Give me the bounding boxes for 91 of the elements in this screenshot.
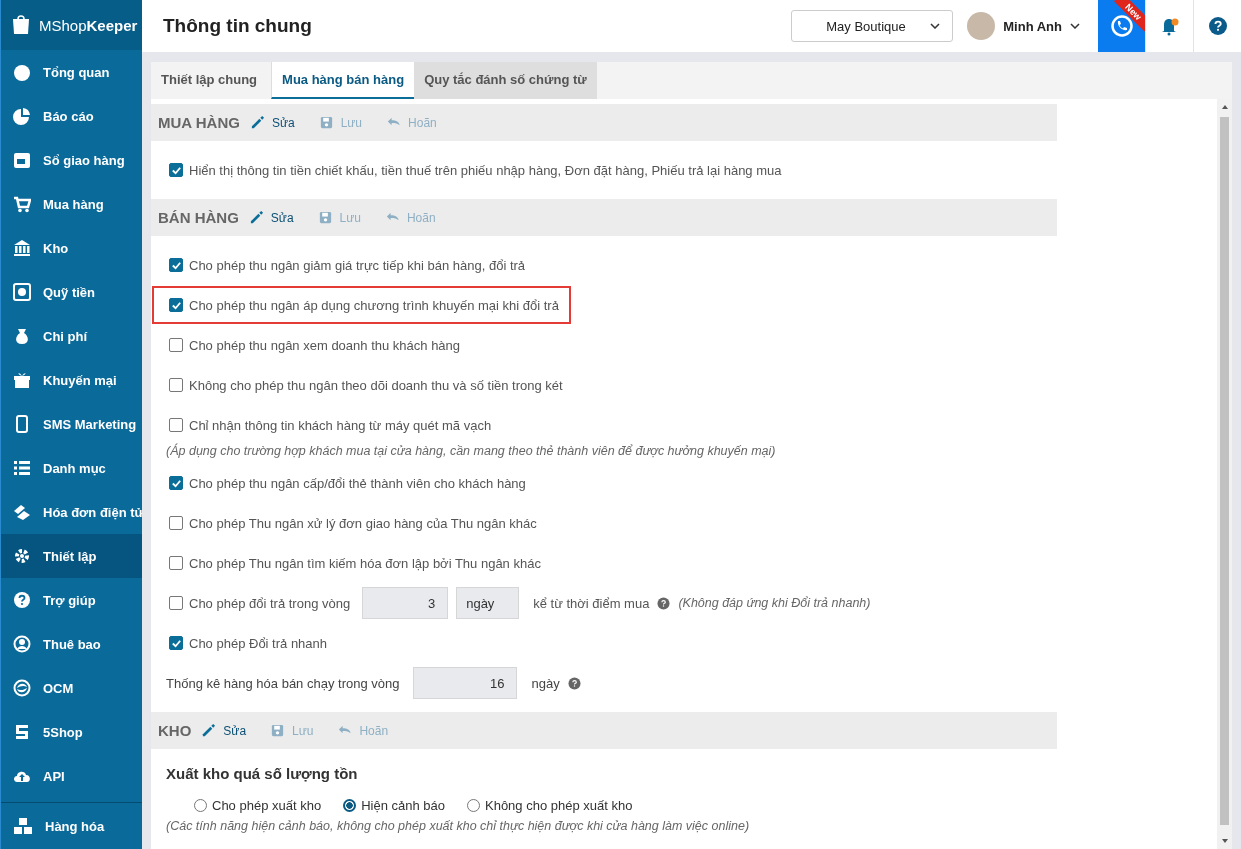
tab[interactable]: Thiết lập chung (151, 62, 268, 99)
radio-button[interactable] (343, 799, 357, 812)
sidebar-item[interactable]: SMS Marketing (1, 402, 142, 446)
checkbox-option[interactable]: Cho phép thu ngân áp dụng chương trình khuyến mại khi đổi trả (169, 297, 559, 313)
checkbox[interactable] (169, 476, 183, 490)
chevron-down-icon (930, 23, 941, 29)
checkbox[interactable] (169, 378, 183, 392)
stacked-sheets-icon (13, 503, 31, 521)
sidebar-item[interactable]: Báo cáo (1, 94, 142, 138)
note-text: (Áp dụng cho trường hợp khách mua tại cửa hàng, cần mang theo thẻ thành viên để được hưởng khuyến mại) (166, 444, 777, 458)
note-text: (Các tính năng hiện cảnh báo, không cho phép xuất kho chỉ thực hiện được khi cửa hàng làm việc online) (166, 819, 751, 833)
sidebar-item[interactable]: Danh mục (1, 446, 142, 490)
hint-text: (Không đáp ứng khi Đổi trả nhanh) (678, 596, 871, 610)
phone-icon (13, 415, 31, 433)
sidebar-item[interactable]: Thuê bao (1, 622, 142, 666)
section-title: KHO (158, 722, 192, 739)
help-icon (567, 676, 581, 690)
s-logo-icon (13, 723, 31, 741)
period-suffix: kể từ thời điểm mua (533, 595, 650, 611)
tab[interactable]: Mua hàng bán hàng (271, 62, 415, 99)
unit-label: ngày (531, 675, 560, 691)
store-dropdown[interactable]: May Boutique (791, 10, 954, 42)
scrollbar[interactable] (1217, 99, 1232, 849)
checkbox-option[interactable]: Cho phép thu ngân cấp/đổi thẻ thành viên cho khách hàng (169, 475, 526, 491)
radio-button[interactable] (194, 799, 207, 812)
days-input[interactable]: 3 (362, 587, 449, 619)
checkbox-option[interactable]: Cho phép Đổi trả nhanh (169, 635, 328, 651)
unit-field[interactable]: ngày (456, 587, 520, 619)
pie-chart-icon (13, 107, 31, 125)
checkbox-option[interactable]: Cho phép Thu ngân xử lý đơn giao hàng của Thu ngân khác (169, 515, 537, 531)
radio-option[interactable]: Cho phép xuất kho (194, 798, 322, 813)
group-heading: Xuất kho quá số lượng tồn (166, 765, 359, 782)
checkbox[interactable] (169, 556, 183, 570)
checkbox-option[interactable]: Cho phép Thu ngân tìm kiếm hóa đơn lập bởi Thu ngân khác (169, 555, 541, 571)
field-label: Thống kê hàng hóa bán chạy trong vòng (166, 675, 400, 691)
sidebar-item[interactable]: Kho (1, 226, 142, 270)
checkbox[interactable] (169, 338, 183, 352)
checkbox[interactable] (169, 163, 183, 177)
checkbox-option[interactable]: Cho phép thu ngân xem doanh thu khách hàng (169, 337, 461, 353)
checkbox-option[interactable]: Cho phép đổi trả trong vòng (169, 595, 351, 611)
sidebar-item[interactable]: 5Shop (1, 710, 142, 754)
days-input[interactable]: 16 (413, 667, 518, 699)
app-logo-text: MShopKeeper (39, 16, 138, 34)
settings-icon (13, 547, 31, 565)
money-bag-icon (13, 327, 31, 345)
sidebar-item[interactable]: Tổng quan (1, 50, 142, 94)
chevron-down-icon (1070, 23, 1080, 29)
checkbox-option[interactable]: Chỉ nhận thông tin khách hàng từ máy quét mã vạch (169, 417, 492, 433)
radio-button[interactable] (467, 799, 480, 812)
cart-icon (13, 195, 31, 213)
help-icon (13, 591, 31, 609)
safe-icon (13, 283, 31, 301)
checkbox-option[interactable]: Hiển thị thông tin tiền chiết khấu, tiền thuế trên phiếu nhập hàng, Đơn đặt hàng, Phiếu trả lại hàng mua (169, 162, 782, 178)
sidebar-item[interactable]: Sổ giao hàng (1, 138, 142, 182)
radio-option[interactable]: Hiện cảnh báo (343, 798, 445, 813)
pencil-icon (249, 115, 265, 130)
edit-action[interactable]: Sửa (249, 115, 295, 130)
checkbox-option[interactable]: Không cho phép thu ngân theo dõi doanh thu và số tiền trong két (169, 377, 563, 393)
boxes-icon (13, 817, 33, 835)
help-icon (1207, 16, 1228, 36)
avatar (967, 12, 996, 40)
user-icon (13, 635, 31, 653)
checkbox[interactable] (169, 298, 183, 312)
edit-action[interactable]: Sửa (201, 723, 247, 738)
sidebar-item[interactable]: API (1, 754, 142, 798)
sidebar-item[interactable]: Chi phí (1, 314, 142, 358)
help-icon (657, 596, 671, 610)
sidebar-item[interactable]: Mua hàng (1, 182, 142, 226)
checkbox-option[interactable]: Cho phép thu ngân giảm giá trực tiếp khi bán hàng, đổi trả (169, 257, 526, 273)
section-title: BÁN HÀNG (158, 209, 239, 226)
sidebar-item[interactable]: Thiết lập (1, 534, 142, 578)
checkbox[interactable] (169, 596, 183, 610)
gift-icon (13, 371, 31, 389)
edit-action[interactable]: Sửa (248, 210, 294, 225)
pencil-icon (248, 210, 264, 225)
section-title: MUA HÀNG (158, 114, 240, 131)
list-icon (13, 459, 31, 477)
page-title: Thông tin chung (163, 15, 312, 37)
sidebar-item[interactable]: OCM (1, 666, 142, 710)
tab[interactable]: Quy tắc đánh số chứng từ (414, 62, 597, 99)
radio-option[interactable]: Không cho phép xuất kho (467, 798, 633, 813)
checkbox[interactable] (169, 258, 183, 272)
bank-icon (13, 239, 31, 257)
sidebar-item[interactable]: Trợ giúp (1, 578, 142, 622)
checkbox[interactable] (169, 636, 183, 650)
shopping-bag-logo-icon (11, 15, 31, 35)
pencil-icon (201, 723, 217, 738)
sidebar-item[interactable]: Khuyến mại (1, 358, 142, 402)
sidebar-item[interactable]: Quỹ tiền (1, 270, 142, 314)
checkbox[interactable] (169, 418, 183, 432)
checkbox[interactable] (169, 516, 183, 530)
